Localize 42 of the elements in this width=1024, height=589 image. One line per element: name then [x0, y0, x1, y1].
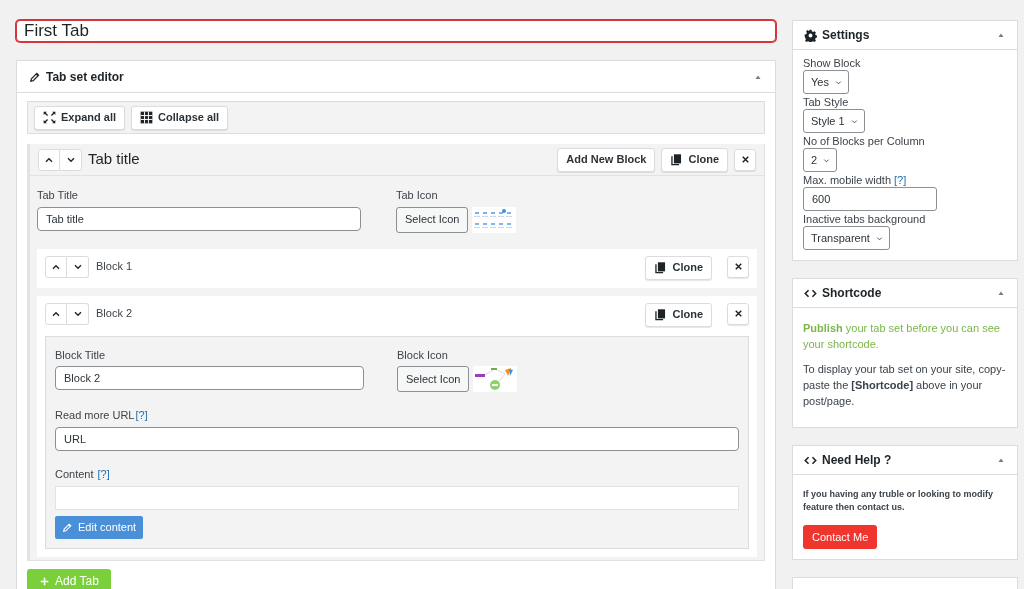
field-label: Block Title: [55, 347, 107, 363]
info-text: To display your tab set on your site, copy-paste the [Shortcode] above in your post/page.: [803, 362, 1007, 409]
panel-title: Shortcode: [822, 285, 882, 302]
field-label: No of Blocks per Column: [803, 134, 925, 148]
url-input[interactable]: URL: [55, 426, 739, 451]
notice-text: Publish your tab set before you can see your shortcode.: [803, 321, 1001, 352]
panel-title: Need Help ?: [822, 452, 892, 469]
help-link[interactable]: [?]: [894, 173, 907, 187]
number-input[interactable]: 600: [803, 187, 937, 211]
block-heading: Block 1: [96, 258, 133, 274]
field-label: Inactive tabs background: [803, 212, 926, 226]
field-label: Tab Title: [37, 188, 79, 203]
add-block-button[interactable]: Add New Block: [557, 147, 656, 172]
field-label: Max. mobile width: [803, 173, 892, 187]
help-text: If you having any truble or looking to modify feature then contact us.: [803, 488, 994, 514]
expand-all-button[interactable]: Expand all: [34, 105, 126, 130]
title-input[interactable]: Tab title: [37, 206, 361, 231]
help-link[interactable]: [?]: [135, 407, 148, 424]
collapse-all-button[interactable]: Collapse all: [131, 105, 229, 130]
dropdown[interactable]: Yes: [803, 70, 849, 94]
select-icon-button[interactable]: Select Icon: [397, 366, 470, 392]
panel-title: Settings: [822, 27, 870, 44]
title-input[interactable]: Block 2: [55, 366, 364, 390]
contact-button[interactable]: Contact Me: [803, 525, 878, 549]
help-link[interactable]: [?]: [97, 465, 110, 482]
field-label: Read more URL: [55, 408, 135, 423]
field-label: Content: [55, 466, 94, 482]
field-label: Tab Icon: [396, 188, 439, 203]
title-input[interactable]: First Tab: [16, 20, 776, 42]
field-label: Show Block: [803, 56, 861, 70]
field-label: Block Icon: [397, 347, 449, 363]
select-icon-button[interactable]: Select Icon: [396, 206, 469, 233]
block-heading: Block 2: [96, 305, 133, 321]
clone-button[interactable]: Clone: [645, 255, 712, 280]
clone-button[interactable]: Clone: [661, 147, 728, 172]
dropdown[interactable]: Style 1: [803, 109, 865, 133]
tab-heading: Tab title: [88, 149, 140, 170]
panel-title: Tab set editor: [46, 68, 124, 86]
field-label: Tab Style: [803, 95, 849, 109]
dropdown[interactable]: Transparent: [803, 226, 890, 250]
dropdown[interactable]: 2: [803, 148, 838, 172]
clone-button[interactable]: Clone: [645, 302, 712, 327]
